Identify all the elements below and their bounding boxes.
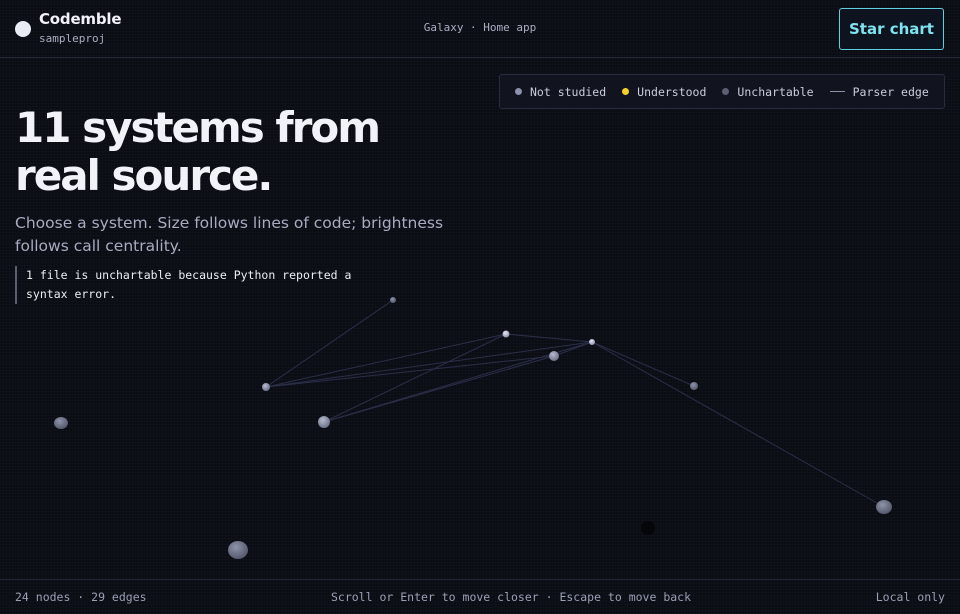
- star-chart-button[interactable]: Star chart: [839, 8, 944, 50]
- unchartable-dot-icon: [722, 88, 730, 95]
- system-node[interactable]: [502, 330, 510, 338]
- page-subtitle: Choose a system. Size follows lines of c…: [15, 214, 444, 255]
- parser-edge-line-icon: [829, 91, 845, 92]
- system-nodes[interactable]: [54, 297, 892, 559]
- system-node[interactable]: [54, 417, 68, 429]
- top-bar: Codemble sampleproj Galaxy · Home app St…: [0, 0, 960, 58]
- parser-edge: [265, 299, 394, 388]
- parser-edges: [265, 299, 885, 508]
- mode-indicator: Local only: [875, 590, 945, 604]
- system-node[interactable]: [549, 351, 559, 361]
- understood-dot-icon: [622, 88, 630, 95]
- unchartable-node[interactable]: [641, 521, 655, 535]
- parser-edge: [265, 355, 555, 388]
- legend: Not studied Understood Unchartable Parse…: [499, 74, 945, 109]
- legend-label: Unchartable: [737, 84, 814, 99]
- unchartable-notice: 1 file is unchartable because Python rep…: [15, 266, 375, 304]
- legend-label: Understood: [637, 84, 707, 99]
- not-studied-dot-icon: [515, 88, 522, 95]
- system-node[interactable]: [690, 382, 698, 390]
- legend-label: Parser edge: [852, 84, 929, 99]
- parser-edge: [553, 341, 593, 357]
- parser-edge: [265, 333, 507, 388]
- project-name: sampleproj: [39, 32, 106, 45]
- system-node[interactable]: [228, 541, 248, 559]
- navigation-hint: Scroll or Enter to move closer · Escape …: [330, 590, 692, 604]
- parser-edge: [265, 341, 593, 388]
- system-node[interactable]: [390, 297, 396, 303]
- system-node[interactable]: [876, 500, 892, 514]
- legend-item-understood: Understood: [622, 85, 706, 99]
- footer: 24 nodes · 29 edges Scroll or Enter to m…: [0, 579, 960, 614]
- parser-edge: [505, 333, 593, 343]
- system-node[interactable]: [589, 339, 595, 345]
- page-title: 11 systems from real source.: [15, 103, 381, 200]
- system-node[interactable]: [262, 383, 270, 391]
- breadcrumb: Galaxy · Home app: [423, 21, 537, 34]
- system-node[interactable]: [318, 416, 330, 428]
- legend-item-not-studied: Not studied: [515, 85, 606, 99]
- parser-edge: [591, 341, 885, 508]
- legend-item-unchartable: Unchartable: [722, 84, 814, 99]
- legend-label: Not studied: [530, 84, 607, 99]
- parser-edge: [591, 341, 695, 387]
- legend-item-parser-edge: Parser edge: [829, 84, 929, 99]
